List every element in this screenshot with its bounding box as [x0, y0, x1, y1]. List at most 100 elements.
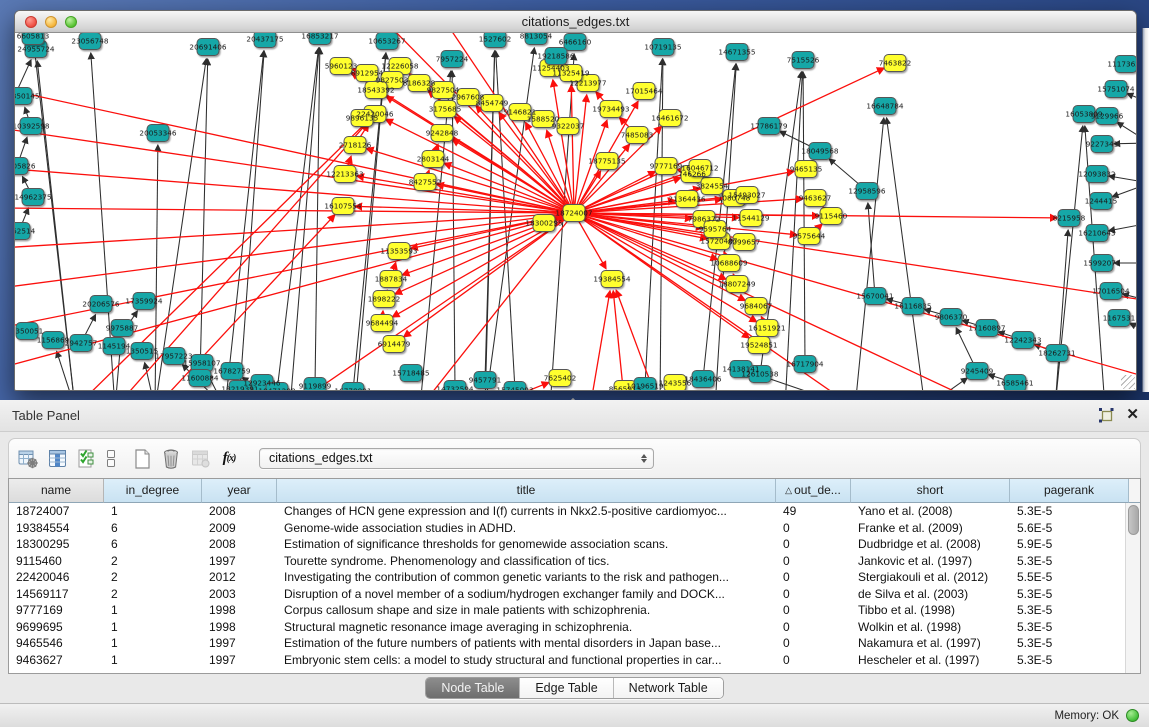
table-cell[interactable]: Structural magnetic resonance image aver…: [277, 619, 776, 636]
table-cell[interactable]: Changes of HCN gene expression and I(f) …: [277, 503, 776, 520]
table-row[interactable]: 969969511998Structural magnetic resonanc…: [9, 619, 1140, 636]
table-cell[interactable]: 2: [104, 553, 202, 570]
table-cell[interactable]: 9115460: [9, 553, 104, 570]
table-cell[interactable]: 5.3E-5: [1010, 635, 1129, 652]
table-cell[interactable]: Dudbridge et al. (2008): [851, 536, 1010, 553]
table-cell[interactable]: 0: [776, 520, 851, 537]
table-cell[interactable]: 0: [776, 553, 851, 570]
table-cell[interactable]: 9465546: [9, 635, 104, 652]
table-cell[interactable]: 22420046: [9, 569, 104, 586]
column-header-in_degree[interactable]: in_degree: [104, 479, 202, 503]
table-cell[interactable]: 6: [104, 520, 202, 537]
column-header-year[interactable]: year: [202, 479, 277, 503]
table-cell[interactable]: Franke et al. (2009): [851, 520, 1010, 537]
table-row[interactable]: 1938455462009Genome-wide association stu…: [9, 520, 1140, 537]
table-cell[interactable]: Estimation of significance thresholds fo…: [277, 536, 776, 553]
table-cell[interactable]: 2012: [202, 569, 277, 586]
table-cell[interactable]: 5.3E-5: [1010, 652, 1129, 669]
table-cell[interactable]: Nakamura et al. (1997): [851, 635, 1010, 652]
table-cell[interactable]: 1: [104, 652, 202, 669]
network-graph[interactable]: 1872400718300295596012389129541222605898…: [15, 33, 1136, 390]
table-cell[interactable]: 2003: [202, 586, 277, 603]
table-cell[interactable]: 9699695: [9, 619, 104, 636]
table-settings-button[interactable]: [17, 448, 39, 470]
close-panel-icon[interactable]: ✕: [1126, 407, 1139, 423]
table-cell[interactable]: Hescheler et al. (1997): [851, 652, 1010, 669]
table-cell[interactable]: 1: [104, 635, 202, 652]
table-cell[interactable]: 5.6E-5: [1010, 520, 1129, 537]
table-cell[interactable]: 9463627: [9, 652, 104, 669]
table-cell[interactable]: 1: [104, 503, 202, 520]
network-window-titlebar[interactable]: citations_edges.txt: [15, 11, 1136, 33]
table-cell[interactable]: 2008: [202, 503, 277, 520]
table-cell[interactable]: 19384554: [9, 520, 104, 537]
table-cell[interactable]: 1998: [202, 602, 277, 619]
table-cell[interactable]: Disruption of a novel member of a sodium…: [277, 586, 776, 603]
table-cell[interactable]: 0: [776, 602, 851, 619]
network-canvas[interactable]: 1872400718300295596012389129541222605898…: [15, 33, 1136, 390]
table-cell[interactable]: 18300295: [9, 536, 104, 553]
table-cell[interactable]: Investigating the contribution of common…: [277, 569, 776, 586]
table-cell[interactable]: 1997: [202, 652, 277, 669]
column-header-out_de[interactable]: △out_de...: [776, 479, 851, 503]
table-row[interactable]: 2242004622012Investigating the contribut…: [9, 569, 1140, 586]
show-columns-button[interactable]: [46, 448, 68, 470]
tab-edge-table[interactable]: Edge Table: [519, 678, 612, 698]
table-cell[interactable]: Yano et al. (2008): [851, 503, 1010, 520]
table-cell[interactable]: Tourette syndrome. Phenomenology and cla…: [277, 553, 776, 570]
column-header-name[interactable]: name: [9, 479, 104, 503]
cells-button[interactable]: [104, 448, 118, 470]
table-cell[interactable]: Stergiakouli et al. (2012): [851, 569, 1010, 586]
table-cell[interactable]: 49: [776, 503, 851, 520]
function-builder-button[interactable]: f(x): [218, 448, 240, 470]
table-cell[interactable]: Tibbo et al. (1998): [851, 602, 1010, 619]
table-cell[interactable]: 0: [776, 536, 851, 553]
table-cell[interactable]: 2009: [202, 520, 277, 537]
minimize-window-button[interactable]: [45, 16, 57, 28]
table-row[interactable]: 946554611997Estimation of the future num…: [9, 635, 1140, 652]
table-cell[interactable]: Estimation of the future numbers of pati…: [277, 635, 776, 652]
table-cell[interactable]: 6: [104, 536, 202, 553]
table-cell[interactable]: Wolkin et al. (1998): [851, 619, 1010, 636]
table-cell[interactable]: 18724007: [9, 503, 104, 520]
window-resize-grip[interactable]: [1121, 375, 1135, 389]
table-cell[interactable]: Jankovic et al. (1997): [851, 553, 1010, 570]
close-window-button[interactable]: [25, 16, 37, 28]
table-cell[interactable]: Embryonic stem cells: a model to study s…: [277, 652, 776, 669]
column-header-title[interactable]: title: [277, 479, 776, 503]
scrollbar-thumb[interactable]: [1128, 505, 1139, 535]
table-cell[interactable]: 2008: [202, 536, 277, 553]
table-cell[interactable]: 5.3E-5: [1010, 553, 1129, 570]
table-row[interactable]: 1872400712008Changes of HCN gene express…: [9, 503, 1140, 520]
float-panel-icon[interactable]: [1098, 408, 1114, 423]
table-cell[interactable]: 0: [776, 635, 851, 652]
table-cell[interactable]: 9777169: [9, 602, 104, 619]
table-cell[interactable]: de Silva et al. (2003): [851, 586, 1010, 603]
table-row[interactable]: 946362711997Embryonic stem cells: a mode…: [9, 652, 1140, 669]
new-table-button[interactable]: [131, 448, 153, 470]
table-cell[interactable]: 5.3E-5: [1010, 602, 1129, 619]
table-row[interactable]: 911546021997Tourette syndrome. Phenomeno…: [9, 553, 1140, 570]
table-cell[interactable]: Genome-wide association studies in ADHD.: [277, 520, 776, 537]
table-row[interactable]: 1830029562008Estimation of significance …: [9, 536, 1140, 553]
table-cell[interactable]: 5.5E-5: [1010, 569, 1129, 586]
network-table-selector[interactable]: citations_edges.txt: [259, 448, 654, 469]
delete-table-button[interactable]: [160, 448, 182, 470]
column-header-pagerank[interactable]: pagerank: [1010, 479, 1129, 503]
table-cell[interactable]: 1997: [202, 635, 277, 652]
table-cell[interactable]: 0: [776, 569, 851, 586]
table-cell[interactable]: 5.3E-5: [1010, 503, 1129, 520]
table-cell[interactable]: 5.3E-5: [1010, 619, 1129, 636]
tab-node-table[interactable]: Node Table: [426, 678, 519, 698]
table-cell[interactable]: 1998: [202, 619, 277, 636]
table-cell[interactable]: 1: [104, 602, 202, 619]
table-cell[interactable]: 1997: [202, 553, 277, 570]
table-cell[interactable]: 2: [104, 569, 202, 586]
table-cell[interactable]: 5.3E-5: [1010, 586, 1129, 603]
row-selection-button[interactable]: [75, 448, 97, 470]
tab-network-table[interactable]: Network Table: [613, 678, 723, 698]
zoom-window-button[interactable]: [65, 16, 77, 28]
table-scrollbar[interactable]: [1125, 503, 1140, 673]
table-cell[interactable]: 2: [104, 586, 202, 603]
table-cell[interactable]: 0: [776, 652, 851, 669]
